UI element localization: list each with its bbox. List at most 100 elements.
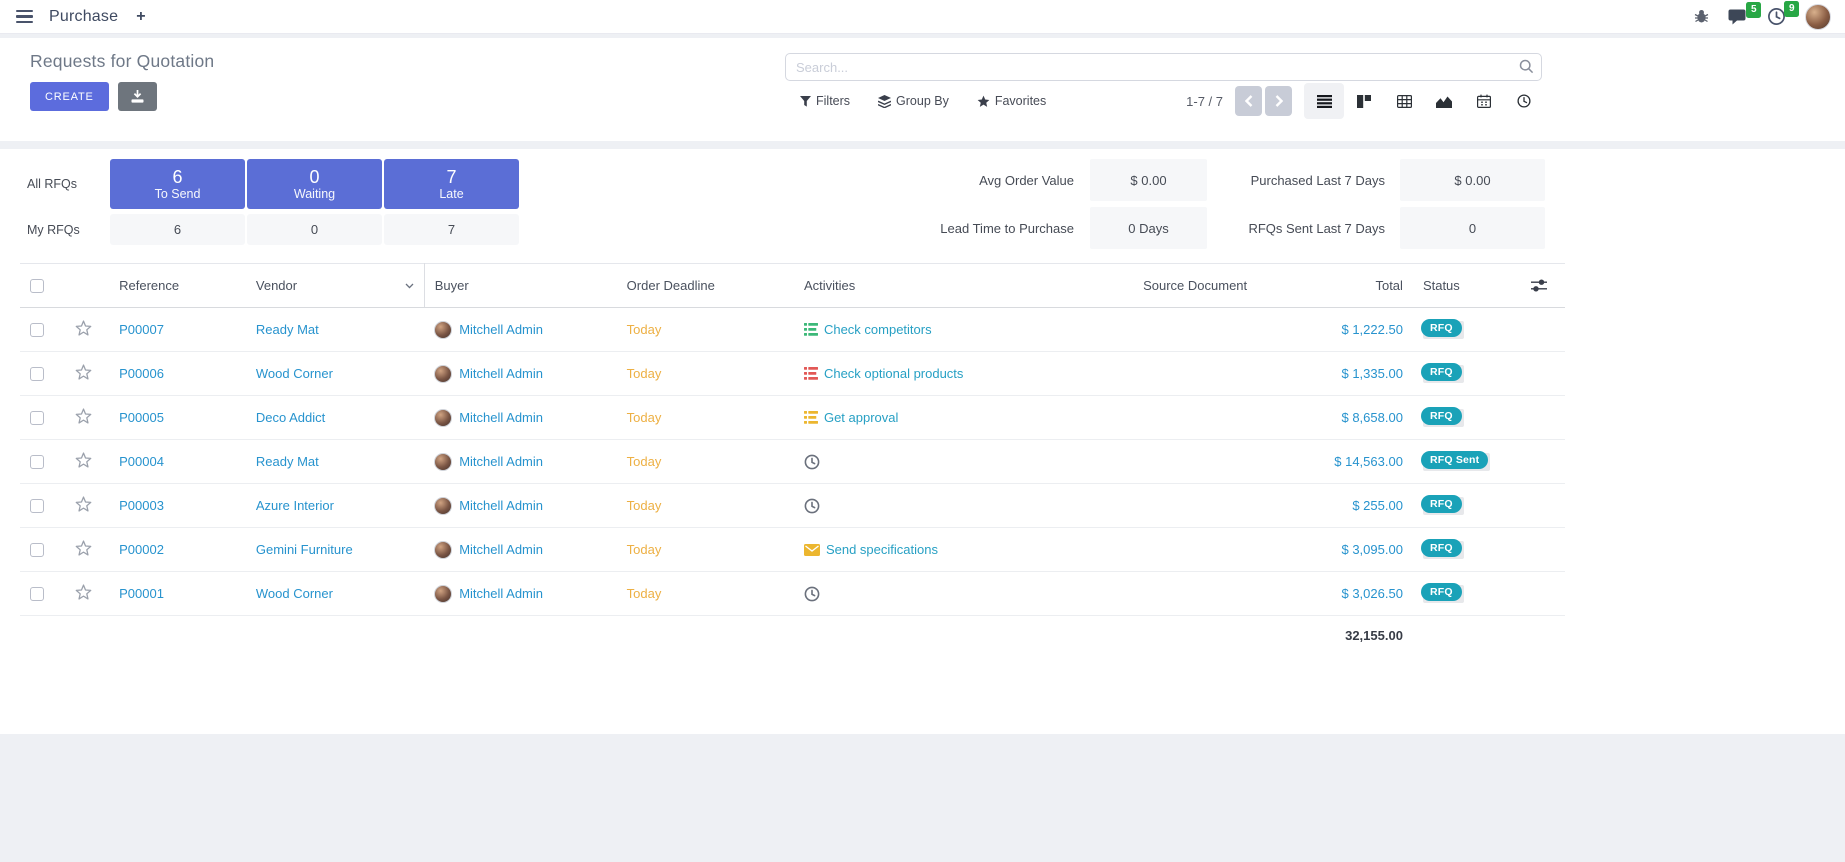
vendor-link[interactable]: Ready Mat: [256, 322, 319, 337]
column-header-reference[interactable]: Reference: [109, 264, 246, 308]
favorite-star-icon[interactable]: [75, 364, 92, 380]
reference-link[interactable]: P00003: [119, 498, 164, 513]
activity-cell[interactable]: [804, 454, 1069, 470]
table-row[interactable]: P00002 Gemini Furniture Mitchell Admin T…: [20, 528, 1565, 572]
group-by-button[interactable]: Group By: [878, 94, 949, 108]
buyer-avatar: [434, 321, 452, 339]
activity-view-button[interactable]: [1504, 83, 1544, 119]
favorite-star-icon[interactable]: [75, 584, 92, 600]
messages-icon[interactable]: 5: [1728, 8, 1748, 26]
table-row[interactable]: P00005 Deco Addict Mitchell Admin Today …: [20, 396, 1565, 440]
table-row[interactable]: P00001 Wood Corner Mitchell Admin Today …: [20, 572, 1565, 616]
column-header-vendor[interactable]: Vendor: [246, 264, 424, 308]
column-header-source-document[interactable]: Source Document: [1079, 264, 1312, 308]
buyer-link[interactable]: Mitchell Admin: [459, 498, 543, 513]
row-checkbox[interactable]: [30, 543, 44, 557]
new-tab-button[interactable]: +: [132, 8, 149, 26]
reference-link[interactable]: P00007: [119, 322, 164, 337]
reference-link[interactable]: P00004: [119, 454, 164, 469]
table-row[interactable]: P00006 Wood Corner Mitchell Admin Today …: [20, 352, 1565, 396]
search-input[interactable]: [785, 53, 1542, 81]
row-checkbox[interactable]: [30, 455, 44, 469]
vendor-link[interactable]: Wood Corner: [256, 586, 333, 601]
row-checkbox[interactable]: [30, 587, 44, 601]
column-header-order-deadline[interactable]: Order Deadline: [617, 264, 794, 308]
search-icon[interactable]: [1519, 59, 1534, 74]
column-header-total[interactable]: Total: [1312, 264, 1413, 308]
table-row[interactable]: P00004 Ready Mat Mitchell Admin Today $ …: [20, 440, 1565, 484]
filters-button[interactable]: Filters: [800, 94, 850, 108]
reference-link[interactable]: P00001: [119, 586, 164, 601]
row-checkbox[interactable]: [30, 411, 44, 425]
buyer-link[interactable]: Mitchell Admin: [459, 410, 543, 425]
export-button[interactable]: [118, 82, 157, 111]
activity-cell[interactable]: [804, 586, 1069, 602]
row-checkbox[interactable]: [30, 367, 44, 381]
table-row[interactable]: P00007 Ready Mat Mitchell Admin Today Ch…: [20, 308, 1565, 352]
activity-cell[interactable]: Send specifications: [804, 542, 1069, 557]
kanban-view-button[interactable]: [1344, 83, 1384, 119]
buyer-link[interactable]: Mitchell Admin: [459, 586, 543, 601]
pager-next-button[interactable]: [1265, 86, 1292, 116]
pager-previous-button[interactable]: [1235, 86, 1262, 116]
favorite-star-icon[interactable]: [75, 408, 92, 424]
activity-cell[interactable]: Check competitors: [804, 322, 1069, 337]
favorite-star-icon[interactable]: [75, 320, 92, 336]
user-avatar[interactable]: [1805, 4, 1831, 30]
create-button[interactable]: CREATE: [30, 82, 109, 111]
select-all-checkbox[interactable]: [30, 279, 44, 293]
apps-menu-icon[interactable]: [14, 8, 35, 26]
optional-columns-sliders-icon[interactable]: [1531, 279, 1547, 292]
list-view-icon: [1317, 95, 1332, 108]
table-row[interactable]: P00003 Azure Interior Mitchell Admin Tod…: [20, 484, 1565, 528]
vendor-link[interactable]: Gemini Furniture: [256, 542, 353, 557]
favorite-star-icon[interactable]: [75, 496, 92, 512]
pivot-view-button[interactable]: [1384, 83, 1424, 119]
tasks-icon: [804, 367, 818, 380]
kpi-tile-late[interactable]: 7 Late: [384, 159, 519, 209]
buyer-link[interactable]: Mitchell Admin: [459, 542, 543, 557]
vendor-link[interactable]: Wood Corner: [256, 366, 333, 381]
graph-view-button[interactable]: [1424, 83, 1464, 119]
activity-label[interactable]: Get approval: [824, 410, 898, 425]
column-header-activities[interactable]: Activities: [794, 264, 1079, 308]
order-deadline-value: Today: [627, 454, 662, 469]
list-view-button[interactable]: [1304, 83, 1344, 119]
order-deadline-value: Today: [627, 322, 662, 337]
buyer-link[interactable]: Mitchell Admin: [459, 322, 543, 337]
messages-count-badge: 5: [1746, 2, 1761, 18]
my-rfqs-row: My RFQs 6 0 7: [0, 214, 519, 245]
my-kpi-waiting[interactable]: 0: [247, 214, 382, 245]
calendar-view-button[interactable]: [1464, 83, 1504, 119]
my-kpi-to-send[interactable]: 6: [110, 214, 245, 245]
status-badge: RFQ: [1423, 409, 1464, 427]
vendor-link[interactable]: Ready Mat: [256, 454, 319, 469]
favorite-star-icon[interactable]: [75, 540, 92, 556]
row-checkbox[interactable]: [30, 499, 44, 513]
activity-label[interactable]: Send specifications: [826, 542, 938, 557]
buyer-link[interactable]: Mitchell Admin: [459, 454, 543, 469]
activity-cell[interactable]: Check optional products: [804, 366, 1069, 381]
row-checkbox[interactable]: [30, 323, 44, 337]
activities-clock-icon[interactable]: 9: [1767, 7, 1786, 26]
activity-cell[interactable]: [804, 498, 1069, 514]
buyer-link[interactable]: Mitchell Admin: [459, 366, 543, 381]
activity-label[interactable]: Check competitors: [824, 322, 932, 337]
reference-link[interactable]: P00005: [119, 410, 164, 425]
vendor-link[interactable]: Deco Addict: [256, 410, 325, 425]
kpi-tile-waiting[interactable]: 0 Waiting: [247, 159, 382, 209]
my-kpi-late[interactable]: 7: [384, 214, 519, 245]
reference-link[interactable]: P00002: [119, 542, 164, 557]
column-header-status[interactable]: Status: [1413, 264, 1565, 308]
vendor-link[interactable]: Azure Interior: [256, 498, 334, 513]
activity-cell[interactable]: Get approval: [804, 410, 1069, 425]
kpi-tile-to-send[interactable]: 6 To Send: [110, 159, 245, 209]
favorite-star-icon[interactable]: [75, 452, 92, 468]
column-header-buyer[interactable]: Buyer: [424, 264, 616, 308]
favorites-button[interactable]: Favorites: [977, 94, 1046, 108]
activity-label[interactable]: Check optional products: [824, 366, 963, 381]
debug-bug-icon[interactable]: [1694, 9, 1709, 24]
app-title[interactable]: Purchase: [49, 8, 118, 26]
order-deadline-value: Today: [627, 498, 662, 513]
reference-link[interactable]: P00006: [119, 366, 164, 381]
